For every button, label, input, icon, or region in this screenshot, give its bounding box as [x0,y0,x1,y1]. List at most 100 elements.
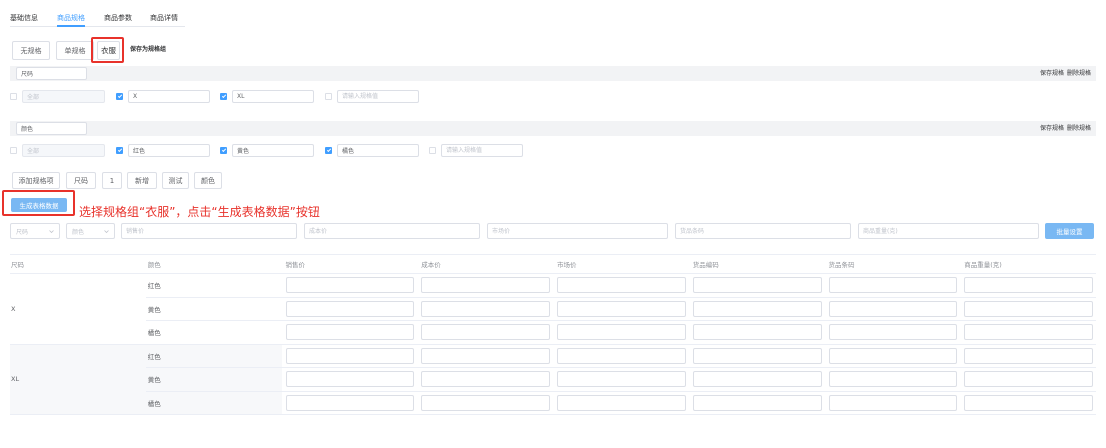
spec-tag[interactable]: 新增 [127,172,157,189]
spec-value-input[interactable] [128,144,210,157]
table-header-market-price: 市场价 [553,255,689,274]
color-cell: 橘色 [145,321,282,345]
save-spec-link[interactable]: 保存规格 [1040,125,1064,133]
table-cell [281,274,418,298]
spec-value-input[interactable] [337,144,419,157]
weight-input[interactable] [964,371,1093,388]
color-select[interactable]: 颜色 [66,223,115,239]
spec-tag[interactable]: 测试 [162,172,189,189]
spec-tag[interactable]: 尺码 [66,172,96,189]
sale-price-input[interactable] [285,347,415,364]
select-all-checkbox[interactable] [10,147,17,154]
table-cell [281,368,418,392]
table-cell [417,274,553,298]
spec-item-header [10,66,1096,81]
sku-code-input[interactable] [692,371,822,388]
new-spec-value-checkbox[interactable] [325,93,332,100]
batch-set-button[interactable]: 批量设置 [1045,223,1094,239]
sale-price-input[interactable] [285,371,415,388]
table-cell [417,345,553,368]
cost-price-input[interactable] [421,324,550,341]
spec-value-checkbox[interactable] [220,93,227,100]
barcode-input[interactable] [828,347,958,364]
delete-spec-link[interactable]: 删除规格 [1067,70,1091,78]
cost-price-input[interactable] [421,300,550,317]
spec-name-input[interactable] [16,67,87,80]
highlight-box [2,190,75,216]
check-icon [221,147,227,153]
batch-weight-input[interactable] [858,223,1039,239]
weight-input[interactable] [964,324,1093,341]
tab-product-detail[interactable]: 商品详情 [150,13,178,23]
tab-product-spec[interactable]: 商品规格 [57,13,85,23]
active-tab-indicator [57,25,85,27]
cost-price-input[interactable] [421,371,550,388]
sku-code-input[interactable] [692,324,822,341]
barcode-input[interactable] [828,300,958,317]
save-spec-link[interactable]: 保存规格 [1040,70,1064,78]
batch-market-price-input[interactable] [487,223,668,239]
barcode-input[interactable] [828,324,958,341]
new-spec-value-input[interactable] [337,90,419,103]
spec-value-checkbox[interactable] [116,147,123,154]
market-price-input[interactable] [557,371,686,388]
cost-price-input[interactable] [421,347,550,364]
barcode-input[interactable] [828,371,958,388]
size-cell: X [10,274,146,345]
spec-value-checkbox[interactable] [220,147,227,154]
market-price-input[interactable] [557,347,686,364]
batch-sale-price-input[interactable] [121,223,297,239]
sale-price-input[interactable] [285,300,415,317]
table-cell [688,321,825,345]
add-spec-item-button[interactable]: 添加规格项 [12,172,60,189]
delete-spec-link[interactable]: 删除规格 [1067,125,1091,133]
weight-input[interactable] [964,394,1093,411]
market-price-input[interactable] [557,394,686,411]
cost-price-input[interactable] [421,394,550,411]
size-select[interactable]: 尺码 [10,223,60,239]
no-spec-button[interactable]: 无规格 [12,41,50,60]
weight-input[interactable] [964,277,1093,294]
weight-input[interactable] [964,300,1093,317]
sale-price-input[interactable] [285,394,415,411]
chevron-down-icon [104,230,109,233]
new-spec-value-input[interactable] [441,144,523,157]
barcode-input[interactable] [828,277,958,294]
table-cell [824,392,961,415]
tab-basic-info[interactable]: 基础信息 [10,13,38,23]
barcode-input[interactable] [828,394,958,411]
spec-name-input[interactable] [16,122,87,135]
sku-table: 尺码 颜色 销售价 成本价 市场价 货品编码 货品条码 商品重量(克) X 红色… [10,254,1096,415]
single-spec-button[interactable]: 单规格 [56,41,94,60]
spec-tag[interactable]: 颜色 [194,172,222,189]
spec-value-input[interactable] [232,144,314,157]
table-cell [688,274,825,298]
spec-value-input[interactable] [128,90,210,103]
sale-price-input[interactable] [285,277,415,294]
new-spec-value-checkbox[interactable] [429,147,436,154]
spec-tag[interactable]: 1 [102,172,122,189]
batch-cost-price-input[interactable] [304,223,480,239]
batch-barcode-input[interactable] [675,223,851,239]
sku-code-input[interactable] [692,300,822,317]
table-cell [960,274,1096,298]
spec-value-input[interactable] [232,90,314,103]
table-cell [553,321,689,345]
market-price-input[interactable] [557,324,686,341]
table-cell [824,321,961,345]
table-cell [417,392,553,415]
sale-price-input[interactable] [285,324,415,341]
color-cell: 红色 [145,344,282,368]
sku-code-input[interactable] [692,394,822,411]
market-price-input[interactable] [557,300,686,317]
weight-input[interactable] [964,347,1093,364]
select-all-checkbox[interactable] [10,93,17,100]
sku-code-input[interactable] [692,277,822,294]
tab-product-params[interactable]: 商品参数 [104,13,132,23]
spec-value-checkbox[interactable] [325,147,332,154]
cost-price-input[interactable] [421,277,550,294]
save-as-spec-group-link[interactable]: 保存为规格组 [130,46,166,54]
spec-value-checkbox[interactable] [116,93,123,100]
market-price-input[interactable] [557,277,686,294]
sku-code-input[interactable] [692,347,822,364]
